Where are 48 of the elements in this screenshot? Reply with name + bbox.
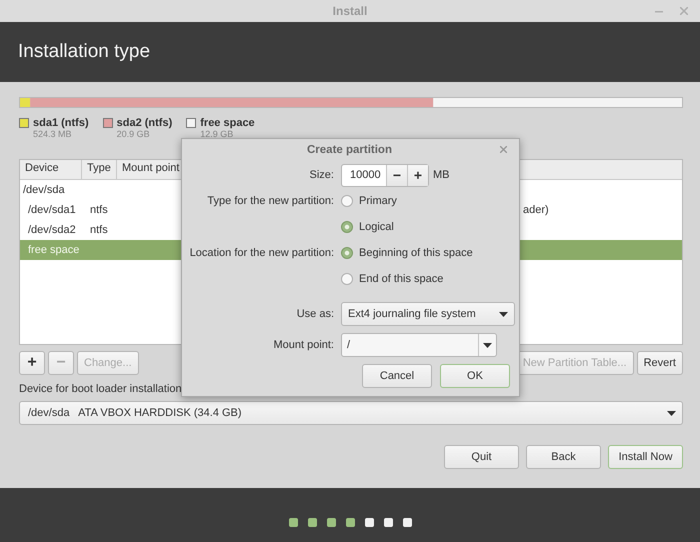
location-label: Location for the new partition: (190, 247, 334, 259)
column-header[interactable]: Device (20, 160, 82, 179)
radio-option[interactable]: Beginning of this space (341, 247, 473, 259)
device-cell: /dev/sda2 (28, 223, 76, 237)
mount-point-combo[interactable]: / (341, 333, 497, 357)
boot-loader-dropdown[interactable]: /dev/sda ATA VBOX HARDDISK (34.4 GB) (19, 401, 683, 425)
legend-size: 12.9 GB (200, 129, 234, 139)
size-label: Size: (310, 169, 334, 181)
ok-button[interactable]: OK (440, 364, 510, 388)
quit-button[interactable]: Quit (444, 445, 519, 469)
window-title: Install (332, 4, 368, 18)
table-cell: ader) (523, 203, 549, 217)
use-as-label: Use as: (296, 308, 334, 320)
radio-option[interactable]: Logical (341, 221, 394, 233)
minimize-icon[interactable] (655, 11, 663, 13)
close-icon[interactable] (500, 146, 507, 153)
radio-option[interactable]: End of this space (341, 273, 444, 285)
boot-loader-label: Device for boot loader installation (19, 383, 182, 395)
dialog-title: Create partition (307, 144, 392, 156)
increment-button[interactable]: + (407, 164, 428, 186)
partition-button[interactable]: + (19, 351, 45, 375)
radio-option[interactable]: Primary (341, 195, 397, 207)
decrement-button[interactable]: − (386, 164, 407, 186)
back-button[interactable]: Back (526, 445, 601, 469)
legend-label: sda1 (ntfs) (33, 117, 89, 129)
dropdown-caret-icon (499, 312, 508, 316)
close-icon[interactable] (680, 7, 688, 15)
use-as-dropdown[interactable]: Ext4 journaling file system (341, 302, 515, 326)
cancel-button[interactable]: Cancel (362, 364, 432, 388)
revert-button[interactable]: Revert (636, 351, 683, 375)
mount-point-label: Mount point: (273, 339, 334, 351)
device-cell: /dev/sda (23, 183, 65, 197)
legend-size: 524.3 MB (33, 129, 73, 139)
unit-label: MB (433, 169, 450, 181)
legend-label: free space (200, 117, 255, 129)
column-header[interactable]: Type (82, 160, 117, 179)
page-title: Installation type (18, 41, 150, 63)
install-now-button[interactable]: Install Now (608, 445, 683, 469)
type-cell: ntfs (90, 223, 108, 237)
type-cell: ntfs (90, 203, 108, 217)
legend-size: 20.9 GB (116, 129, 151, 139)
size-spinner[interactable]: 10000 − + (341, 164, 429, 186)
device-cell: /dev/sda1 (28, 203, 76, 217)
dropdown-caret-icon (483, 342, 492, 348)
type-label: Type for the new partition: (207, 195, 334, 207)
legend-label: sda2 (ntfs) (116, 117, 172, 129)
device-cell: free space (28, 243, 80, 257)
dropdown-caret-icon (667, 410, 676, 416)
